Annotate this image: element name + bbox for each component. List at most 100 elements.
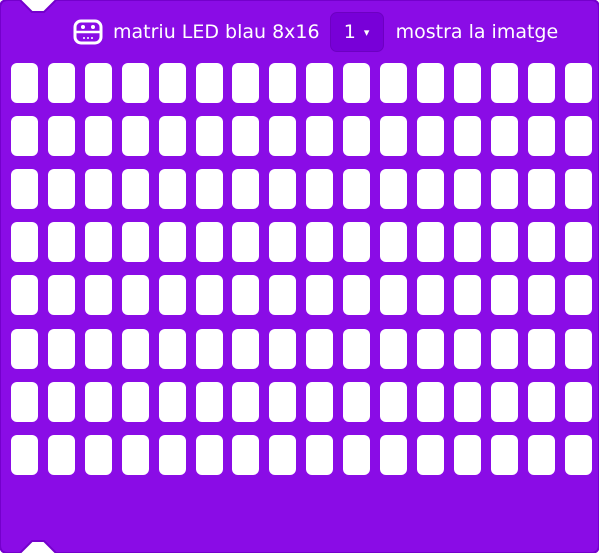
led-cell[interactable] <box>306 63 334 103</box>
led-cell[interactable] <box>490 328 518 369</box>
led-cell[interactable] <box>11 169 38 210</box>
led-cell[interactable] <box>232 63 260 103</box>
led-cell[interactable] <box>564 328 592 369</box>
led-cell[interactable] <box>121 116 149 157</box>
led-cell[interactable] <box>416 381 444 422</box>
led-cell[interactable] <box>380 222 407 263</box>
led-cell[interactable] <box>158 169 186 210</box>
led-cell[interactable] <box>380 434 407 475</box>
led-cell[interactable] <box>269 169 297 210</box>
led-cell[interactable] <box>490 434 518 475</box>
led-cell[interactable] <box>343 328 371 369</box>
led-cell[interactable] <box>232 434 260 475</box>
led-cell[interactable] <box>416 434 444 475</box>
led-cell[interactable] <box>343 381 371 422</box>
led-cell[interactable] <box>453 116 481 157</box>
led-cell[interactable] <box>490 63 518 103</box>
led-cell[interactable] <box>490 381 518 422</box>
led-cell[interactable] <box>121 169 149 210</box>
led-cell[interactable] <box>158 328 186 369</box>
led-cell[interactable] <box>47 381 75 422</box>
led-cell[interactable] <box>380 169 407 210</box>
matrix-number-dropdown[interactable]: 1 ▾ <box>329 12 384 52</box>
led-cell[interactable] <box>158 275 186 316</box>
led-cell[interactable] <box>306 434 334 475</box>
led-cell[interactable] <box>527 222 555 263</box>
led-cell[interactable] <box>195 116 223 157</box>
led-cell[interactable] <box>269 381 297 422</box>
led-cell[interactable] <box>343 275 371 316</box>
led-cell[interactable] <box>527 116 555 157</box>
led-cell[interactable] <box>564 434 592 475</box>
led-cell[interactable] <box>11 116 38 157</box>
led-matrix-block[interactable]: matriu LED blau 8x16 1 ▾ mostra la imatg… <box>0 0 599 553</box>
led-cell[interactable] <box>11 275 38 316</box>
led-cell[interactable] <box>416 169 444 210</box>
led-cell[interactable] <box>343 63 371 103</box>
led-cell[interactable] <box>490 222 518 263</box>
led-cell[interactable] <box>195 328 223 369</box>
led-cell[interactable] <box>564 116 592 157</box>
led-cell[interactable] <box>269 116 297 157</box>
led-cell[interactable] <box>380 381 407 422</box>
led-cell[interactable] <box>490 275 518 316</box>
led-cell[interactable] <box>306 169 334 210</box>
led-cell[interactable] <box>380 63 407 103</box>
led-cell[interactable] <box>232 328 260 369</box>
led-cell[interactable] <box>527 328 555 369</box>
led-cell[interactable] <box>380 116 407 157</box>
led-cell[interactable] <box>490 116 518 157</box>
led-cell[interactable] <box>269 275 297 316</box>
led-cell[interactable] <box>527 169 555 210</box>
led-cell[interactable] <box>453 328 481 369</box>
led-cell[interactable] <box>121 275 149 316</box>
led-cell[interactable] <box>232 275 260 316</box>
led-cell[interactable] <box>232 381 260 422</box>
led-cell[interactable] <box>195 381 223 422</box>
led-cell[interactable] <box>564 381 592 422</box>
led-cell[interactable] <box>11 63 38 103</box>
led-cell[interactable] <box>269 434 297 475</box>
led-cell[interactable] <box>47 169 75 210</box>
led-cell[interactable] <box>158 116 186 157</box>
led-cell[interactable] <box>564 275 592 316</box>
led-cell[interactable] <box>564 222 592 263</box>
led-cell[interactable] <box>158 222 186 263</box>
led-cell[interactable] <box>306 222 334 263</box>
led-cell[interactable] <box>47 63 75 103</box>
led-cell[interactable] <box>453 63 481 103</box>
led-cell[interactable] <box>84 63 112 103</box>
led-cell[interactable] <box>195 169 223 210</box>
led-cell[interactable] <box>416 63 444 103</box>
led-cell[interactable] <box>453 222 481 263</box>
led-cell[interactable] <box>158 381 186 422</box>
led-cell[interactable] <box>306 275 334 316</box>
led-cell[interactable] <box>121 434 149 475</box>
led-cell[interactable] <box>121 381 149 422</box>
led-cell[interactable] <box>380 275 407 316</box>
led-cell[interactable] <box>343 434 371 475</box>
led-cell[interactable] <box>527 381 555 422</box>
led-cell[interactable] <box>11 328 38 369</box>
led-cell[interactable] <box>416 116 444 157</box>
led-cell[interactable] <box>47 275 75 316</box>
led-cell[interactable] <box>232 169 260 210</box>
led-cell[interactable] <box>416 328 444 369</box>
led-cell[interactable] <box>527 434 555 475</box>
led-cell[interactable] <box>453 381 481 422</box>
led-cell[interactable] <box>527 63 555 103</box>
led-cell[interactable] <box>11 434 38 475</box>
led-cell[interactable] <box>306 328 334 369</box>
led-cell[interactable] <box>380 328 407 369</box>
led-cell[interactable] <box>84 434 112 475</box>
led-cell[interactable] <box>84 328 112 369</box>
led-cell[interactable] <box>564 169 592 210</box>
led-cell[interactable] <box>84 169 112 210</box>
led-cell[interactable] <box>343 116 371 157</box>
led-cell[interactable] <box>232 116 260 157</box>
led-cell[interactable] <box>306 381 334 422</box>
led-cell[interactable] <box>453 434 481 475</box>
led-cell[interactable] <box>121 63 149 103</box>
led-cell[interactable] <box>564 63 592 103</box>
led-cell[interactable] <box>416 222 444 263</box>
